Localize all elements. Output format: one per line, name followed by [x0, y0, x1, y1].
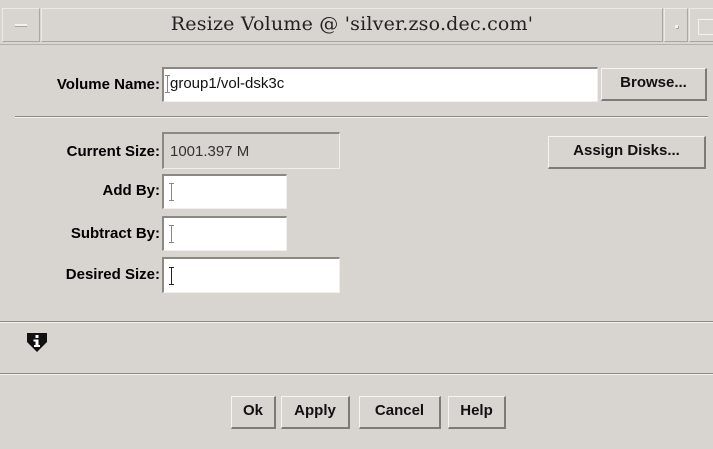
add-by-field[interactable]: [162, 174, 287, 209]
browse-button[interactable]: Browse...: [601, 68, 707, 101]
info-icon[interactable]: [26, 331, 48, 353]
volume-name-label: Volume Name:: [56, 76, 160, 93]
subtract-by-field[interactable]: [162, 216, 287, 251]
window-title: Resize Volume @ 'silver.zso.dec.com': [170, 13, 534, 35]
title-bar[interactable]: Resize Volume @ 'silver.zso.dec.com': [0, 0, 713, 45]
desired-size-field[interactable]: [162, 257, 340, 293]
maximize-button[interactable]: [689, 8, 713, 42]
separator: [0, 321, 713, 323]
current-size-field: 1001.397 M: [162, 132, 340, 169]
assign-disks-button[interactable]: Assign Disks...: [548, 136, 706, 169]
minimize-button[interactable]: [664, 8, 688, 42]
volume-name-value: group1/vol-dsk3c: [170, 75, 285, 92]
current-size-value: 1001.397 M: [170, 143, 250, 160]
text-cursor: [169, 225, 174, 243]
apply-button[interactable]: Apply: [281, 396, 350, 429]
subtract-by-label: Subtract By:: [70, 225, 160, 242]
current-size-label: Current Size:: [66, 143, 160, 160]
ok-button[interactable]: Ok: [231, 396, 276, 429]
volume-name-field[interactable]: group1/vol-dsk3c: [162, 67, 598, 102]
separator: [0, 373, 713, 375]
cancel-button[interactable]: Cancel: [359, 396, 441, 429]
add-by-label: Add By:: [102, 182, 161, 199]
text-cursor: [169, 267, 174, 285]
separator: [15, 116, 708, 118]
help-button[interactable]: Help: [448, 396, 506, 429]
text-cursor: [169, 183, 174, 201]
desired-size-label: Desired Size:: [65, 266, 160, 283]
window-menu-button[interactable]: [2, 8, 40, 42]
text-cursor: [165, 75, 170, 93]
